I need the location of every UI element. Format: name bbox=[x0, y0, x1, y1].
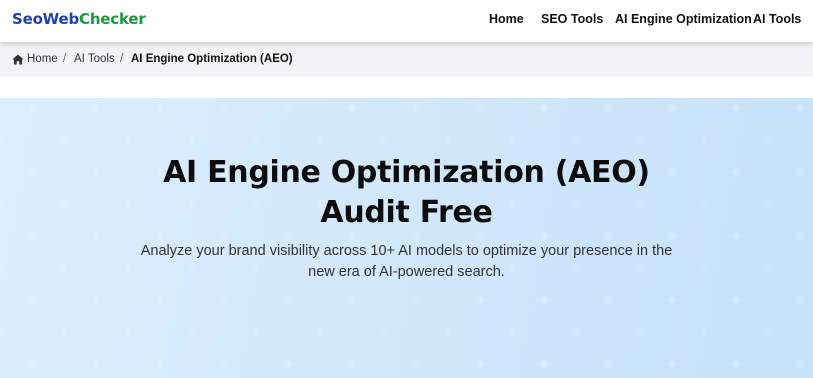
hero-title-line-2: Audit Free bbox=[320, 195, 493, 230]
hero-subtitle-line-2: new era of AI-powered search. bbox=[308, 264, 505, 280]
breadcrumb-separator: / bbox=[63, 53, 67, 65]
site-logo[interactable]: SeoWebChecker bbox=[12, 10, 146, 28]
logo-text-seoweb: SeoWeb bbox=[12, 10, 80, 28]
hero-subtitle-line-1: Analyze your brand visibility across 10+… bbox=[140, 243, 673, 259]
nav-ai-engine-optimization[interactable]: AI Engine Optimization bbox=[615, 12, 752, 26]
hero-title-line-1: AI Engine Optimization (AEO) bbox=[163, 155, 650, 190]
hero-section: AI Engine Optimization (AEO) Audit Free … bbox=[0, 98, 813, 378]
nav-seo-tools[interactable]: SEO Tools bbox=[541, 12, 603, 26]
logo-text-checker: Checker bbox=[79, 10, 146, 28]
home-icon bbox=[12, 54, 24, 65]
site-header: SeoWebChecker Home SEO Tools AI Engine O… bbox=[0, 0, 813, 42]
breadcrumb: Home / AI Tools / AI Engine Optimization… bbox=[0, 42, 813, 77]
breadcrumb-separator: / bbox=[120, 53, 124, 65]
breadcrumb-current-page: AI Engine Optimization (AEO) bbox=[131, 53, 293, 65]
section-spacer bbox=[0, 77, 813, 98]
hero-background-pattern bbox=[0, 98, 813, 378]
nav-home[interactable]: Home bbox=[489, 12, 524, 26]
nav-ai-tools[interactable]: AI Tools bbox=[753, 12, 801, 26]
breadcrumb-home-label: Home bbox=[27, 53, 58, 65]
breadcrumb-ai-tools[interactable]: AI Tools bbox=[74, 53, 115, 66]
